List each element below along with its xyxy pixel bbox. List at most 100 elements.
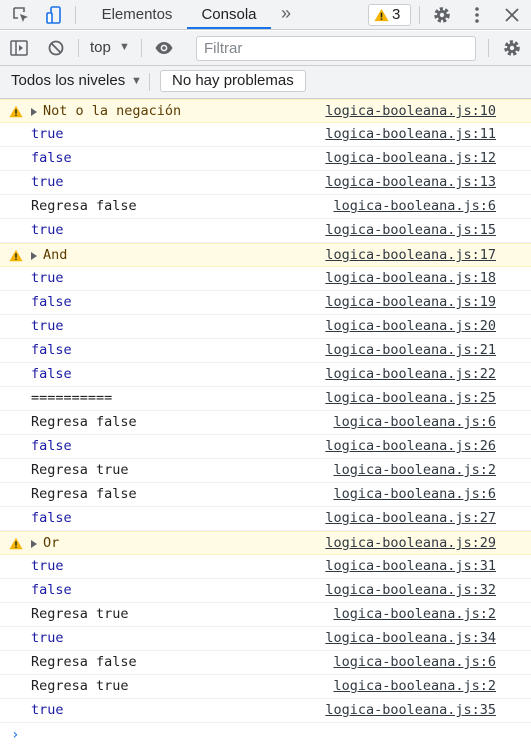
- levels-toolbar: Todos los niveles ▼ No hay problemas: [0, 66, 531, 99]
- console-log-row: false logica-booleana.js:26: [0, 435, 531, 459]
- expand-triangle-icon[interactable]: [31, 252, 37, 260]
- source-link[interactable]: logica-booleana.js:26: [325, 435, 496, 458]
- divider: [488, 39, 489, 57]
- console-message-text: false: [31, 438, 72, 454]
- console-messages: Not o la negación logica-booleana.js:10 tr…: [0, 99, 531, 723]
- source-link[interactable]: logica-booleana.js:15: [325, 219, 496, 242]
- console-warning-row: Or logica-booleana.js:29: [0, 531, 531, 555]
- source-link[interactable]: logica-booleana.js:32: [325, 579, 496, 602]
- console-settings-gear-icon[interactable]: [502, 38, 522, 58]
- close-icon[interactable]: [502, 5, 522, 25]
- more-options-icon[interactable]: [467, 5, 487, 25]
- console-warning-row: Not o la negación logica-booleana.js:10: [0, 99, 531, 123]
- source-link[interactable]: logica-booleana.js:27: [325, 507, 496, 530]
- console-log-row: true logica-booleana.js:20: [0, 315, 531, 339]
- source-link[interactable]: logica-booleana.js:6: [333, 651, 496, 674]
- warning-icon: [9, 537, 23, 550]
- source-link[interactable]: logica-booleana.js:35: [325, 699, 496, 722]
- warnings-count: 3: [392, 6, 401, 23]
- console-message-text: true: [31, 174, 64, 190]
- show-sidebar-icon[interactable]: [9, 38, 29, 58]
- source-link[interactable]: logica-booleana.js:21: [325, 339, 496, 362]
- source-link[interactable]: logica-booleana.js:17: [325, 244, 496, 267]
- source-link[interactable]: logica-booleana.js:6: [333, 411, 496, 434]
- console-log-row: Regresa false logica-booleana.js:6: [0, 411, 531, 435]
- warnings-badge[interactable]: 3: [368, 4, 411, 26]
- devtools-tabbar: Elementos Consola » 3: [0, 0, 531, 30]
- console-message-text: true: [31, 702, 64, 718]
- source-link[interactable]: logica-booleana.js:34: [325, 627, 496, 650]
- console-message-text: Not o la negación: [43, 103, 182, 119]
- clear-console-icon[interactable]: [46, 38, 66, 58]
- live-expression-eye-icon[interactable]: [154, 38, 174, 58]
- console-log-row: Regresa true logica-booleana.js:2: [0, 603, 531, 627]
- filter-input[interactable]: [196, 36, 476, 61]
- divider: [75, 6, 76, 24]
- console-message-text: Regresa false: [31, 654, 137, 670]
- divider: [141, 39, 142, 57]
- source-link[interactable]: logica-booleana.js:11: [325, 123, 496, 146]
- more-tabs-icon[interactable]: »: [281, 3, 291, 24]
- console-log-row: true logica-booleana.js:18: [0, 267, 531, 291]
- inspect-element-icon[interactable]: [11, 5, 31, 25]
- issues-button[interactable]: No hay problemas: [160, 70, 306, 92]
- divider: [78, 39, 79, 57]
- console-log-row: false logica-booleana.js:22: [0, 363, 531, 387]
- console-message-text: false: [31, 582, 72, 598]
- console-message-text: false: [31, 366, 72, 382]
- console-log-row: false logica-booleana.js:21: [0, 339, 531, 363]
- source-link[interactable]: logica-booleana.js:2: [333, 603, 496, 626]
- console-message-text: Or: [43, 535, 60, 551]
- source-link[interactable]: logica-booleana.js:31: [325, 555, 496, 578]
- source-link[interactable]: logica-booleana.js:13: [325, 171, 496, 194]
- console-log-row: Regresa false logica-booleana.js:6: [0, 651, 531, 675]
- warning-icon: [374, 8, 389, 22]
- source-link[interactable]: logica-booleana.js:6: [333, 195, 496, 218]
- divider: [149, 73, 150, 91]
- console-message-text: And: [43, 247, 68, 263]
- source-link[interactable]: logica-booleana.js:12: [325, 147, 496, 170]
- tab-consola[interactable]: Consola: [187, 0, 271, 29]
- console-message-text: Regresa true: [31, 462, 129, 478]
- source-link[interactable]: logica-booleana.js:29: [325, 532, 496, 555]
- device-toolbar-icon[interactable]: [44, 5, 64, 25]
- console-log-row: false logica-booleana.js:12: [0, 147, 531, 171]
- console-log-row: true logica-booleana.js:31: [0, 555, 531, 579]
- console-prompt-icon[interactable]: ›: [11, 727, 19, 743]
- console-message-text: true: [31, 126, 64, 142]
- console-log-row: Regresa true logica-booleana.js:2: [0, 675, 531, 699]
- console-message-text: Regresa false: [31, 198, 137, 214]
- console-message-text: Regresa true: [31, 606, 129, 622]
- context-selector[interactable]: top: [90, 39, 111, 56]
- source-link[interactable]: logica-booleana.js:10: [325, 100, 496, 123]
- console-log-row: ========== logica-booleana.js:25: [0, 387, 531, 411]
- source-link[interactable]: logica-booleana.js:2: [333, 459, 496, 482]
- warning-icon: [9, 249, 23, 262]
- settings-gear-icon[interactable]: [432, 5, 452, 25]
- expand-triangle-icon[interactable]: [31, 108, 37, 116]
- log-levels-dropdown[interactable]: Todos los niveles: [11, 72, 125, 89]
- console-log-row: true logica-booleana.js:11: [0, 123, 531, 147]
- source-link[interactable]: logica-booleana.js:19: [325, 291, 496, 314]
- console-message-text: Regresa true: [31, 678, 129, 694]
- dropdown-arrow-icon[interactable]: ▼: [119, 41, 130, 53]
- console-message-text: false: [31, 150, 72, 166]
- source-link[interactable]: logica-booleana.js:2: [333, 675, 496, 698]
- source-link[interactable]: logica-booleana.js:6: [333, 483, 496, 506]
- expand-triangle-icon[interactable]: [31, 540, 37, 548]
- console-message-text: true: [31, 630, 64, 646]
- source-link[interactable]: logica-booleana.js:25: [325, 387, 496, 410]
- source-link[interactable]: logica-booleana.js:22: [325, 363, 496, 386]
- source-link[interactable]: logica-booleana.js:18: [325, 267, 496, 290]
- console-message-text: true: [31, 318, 64, 334]
- console-log-row: Regresa false logica-booleana.js:6: [0, 483, 531, 507]
- source-link[interactable]: logica-booleana.js:20: [325, 315, 496, 338]
- console-message-text: true: [31, 558, 64, 574]
- console-log-row: true logica-booleana.js:34: [0, 627, 531, 651]
- tab-elementos[interactable]: Elementos: [88, 0, 186, 29]
- dropdown-arrow-icon[interactable]: ▼: [131, 75, 142, 87]
- console-log-row: false logica-booleana.js:32: [0, 579, 531, 603]
- divider: [419, 6, 420, 24]
- console-log-row: true logica-booleana.js:35: [0, 699, 531, 723]
- console-message-text: ==========: [31, 390, 113, 406]
